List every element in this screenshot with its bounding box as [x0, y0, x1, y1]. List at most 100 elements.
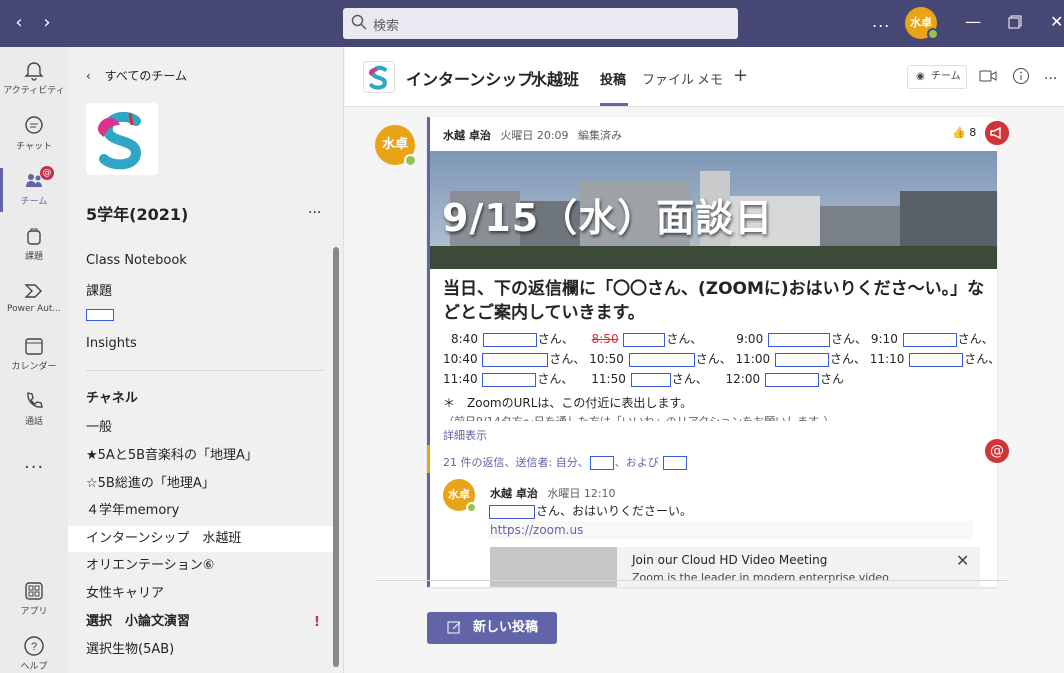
team-s-logo-icon [97, 111, 142, 170]
rail-power-automate[interactable]: Power Aut... [0, 274, 68, 328]
suffix-text: さん、 [549, 352, 586, 366]
channel-item[interactable]: ☆5B総進の「地理A」 [68, 471, 338, 497]
rail-help-label: ヘルプ [20, 662, 48, 672]
team-panel: ‹ すべてのチーム 5学年(2021) ... Class Notebook 課… [68, 47, 344, 673]
channel-item[interactable]: 選択生物(5AB) [68, 637, 338, 663]
calendar-icon [25, 338, 43, 355]
reply-author-avatar[interactable]: 水卓 [443, 479, 477, 513]
back-arrow-icon[interactable]: ‹ [9, 12, 29, 33]
tab-files[interactable]: ファイル [642, 69, 694, 88]
more-options-icon[interactable]: ... [872, 12, 890, 31]
like-reaction[interactable]: 👍 8 [952, 126, 976, 139]
active-tab-indicator [600, 103, 628, 106]
rail-power-automate-label: Power Aut... [6, 304, 62, 314]
time-slot-cancelled: 8:50 [591, 332, 619, 346]
add-tab-icon[interactable]: + [733, 65, 748, 86]
time-slot: 12:00 [725, 372, 761, 386]
link-preview-card[interactable]: Join our Cloud HD Video Meeting Zoom is … [490, 547, 980, 587]
rail-apps[interactable]: アプリ [0, 574, 68, 628]
rail-help[interactable]: ? ヘルプ [0, 629, 68, 673]
video-call-icon[interactable] [979, 67, 997, 85]
divider [86, 370, 324, 371]
see-more-link[interactable]: 詳細表示 [443, 427, 487, 443]
rail-chat-label: チャット [16, 142, 52, 152]
team-logo [86, 103, 158, 175]
suffix-text: さん [819, 372, 844, 386]
close-window-icon[interactable]: ✕ [1050, 12, 1063, 31]
class-notebook-link[interactable]: Class Notebook [86, 253, 187, 268]
post-author-avatar[interactable]: 水卓 [375, 125, 417, 167]
power-automate-icon [24, 284, 42, 298]
eye-icon: ◉ [916, 71, 925, 82]
close-icon[interactable]: ✕ [956, 551, 969, 570]
channel-item[interactable]: 女性キャリア [68, 581, 338, 607]
more-apps-icon[interactable]: ... [24, 452, 44, 473]
channel-subtitle: 水越班 [531, 70, 580, 89]
presence-available-icon [466, 502, 477, 513]
tab-posts[interactable]: 投稿 [600, 69, 626, 88]
time-slot: 9:00 [736, 332, 764, 346]
channel-item[interactable]: 一般 [68, 415, 338, 441]
info-icon[interactable] [1012, 67, 1030, 85]
post-time: 火曜日 20:09 [500, 129, 569, 142]
time-slot: 9:10 [870, 332, 898, 346]
reply-text: さん、おはいりくださーい。 [488, 502, 692, 519]
suffix-text: さん、 [964, 352, 1001, 366]
rail-chat[interactable]: チャット [0, 109, 68, 163]
forward-arrow-icon[interactable]: › [37, 12, 57, 33]
time-slot: 10:50 [589, 352, 624, 366]
avatar-initials: 水卓 [448, 488, 470, 501]
user-avatar[interactable]: 水卓 [905, 7, 939, 40]
new-post-button[interactable]: 新しい投稿 [427, 612, 557, 644]
rail-teams-label: チーム [20, 197, 48, 207]
channel-item[interactable]: ★5Aと5B音楽科の「地理A」 [68, 443, 338, 469]
suffix-text: さん、 [829, 352, 866, 366]
suffix-text: さん、 [695, 352, 732, 366]
rail-calendar[interactable]: カレンダー [0, 329, 68, 383]
compose-icon [447, 621, 461, 634]
reply-body: さん、おはいりくださーい。 [536, 504, 693, 518]
redacted-name [482, 372, 537, 387]
bell-icon [24, 62, 44, 81]
rail-assignments[interactable]: 課題 [0, 219, 68, 273]
restore-icon[interactable] [1008, 15, 1022, 29]
user-avatar-initials: 水卓 [910, 16, 932, 29]
search-box[interactable]: 検索 [343, 8, 738, 39]
channel-header: インターンシップ 水越班 投稿 ファイル メモ + ◉ チーム ... [345, 47, 1064, 107]
channel-item[interactable]: ４学年memory [68, 498, 338, 524]
phone-icon [27, 392, 43, 408]
zoom-link[interactable]: https://zoom.us [488, 521, 973, 539]
redacted-link[interactable] [86, 309, 114, 321]
tab-notes[interactable]: メモ [697, 69, 723, 88]
channel-more-icon[interactable]: ... [1044, 67, 1057, 83]
team-button[interactable]: ◉ チーム [907, 65, 967, 89]
insights-link[interactable]: Insights [86, 336, 137, 351]
channel-item-active[interactable]: インターンシップ 水越班 [68, 526, 338, 552]
channel-title: インターンシップ [406, 70, 534, 89]
channel-item-unread[interactable]: 選択 小論文演習 ! [68, 609, 338, 635]
scrollbar[interactable] [333, 247, 339, 667]
redacted-name [489, 504, 535, 519]
rail-calls[interactable]: 通話 [0, 384, 68, 438]
redacted-name [482, 332, 537, 347]
divider [375, 580, 1009, 581]
replies-summary[interactable]: 21 件の返信、送信者: 自分、 、および [427, 445, 997, 473]
all-teams-link[interactable]: ‹ すべてのチーム [86, 67, 187, 84]
rail-teams[interactable]: @ チーム [0, 164, 68, 218]
zoom-url-note: ＊ ZoomのURLは、この付近に表出します。 [443, 396, 693, 410]
chat-icon [25, 116, 43, 134]
team-more-icon[interactable]: ... [308, 201, 321, 217]
rail-activity[interactable]: アクティビティ [0, 53, 68, 107]
link-preview-thumbnail [490, 547, 617, 587]
presence-available-icon [404, 154, 417, 167]
presence-available-icon [927, 28, 939, 40]
channel-item[interactable]: オリエンテーション⑥ [68, 553, 338, 579]
post-body: 当日、下の返信欄に「〇〇さん、(ZOOMに)おはいりくださ〜い。」などとご案内し… [443, 279, 985, 323]
new-post-label: 新しい投稿 [473, 620, 539, 635]
post-author: 水越 卓治 [443, 129, 491, 142]
team-name: 5学年(2021) [86, 205, 189, 224]
search-placeholder: 検索 [373, 19, 400, 34]
suffix-text: さん、 [957, 332, 994, 346]
assignments-link[interactable]: 課題 [86, 280, 112, 299]
minimize-icon[interactable]: — [965, 12, 981, 31]
